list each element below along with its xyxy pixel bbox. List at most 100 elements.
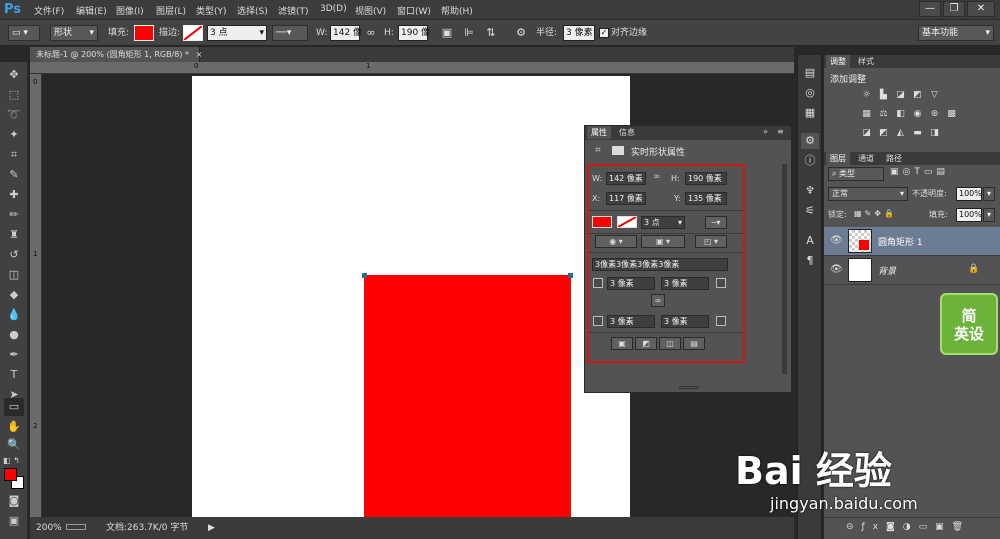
opacity-dropdown[interactable]: ▾ [983,187,995,201]
panel-menu-icon[interactable]: ≡ [777,127,784,136]
width-field[interactable]: 142 像 [330,25,362,41]
gradient-map-icon[interactable]: ▬ [911,128,924,139]
paragraph-panel-icon[interactable]: ¶ [801,253,819,269]
layer-name[interactable]: 背景 [878,264,896,277]
path-operations-icon[interactable]: ▣ [440,25,454,41]
hand-tool-icon[interactable]: ✋ [4,418,24,436]
swatches-panel-icon[interactable]: ▦ [801,105,819,121]
channel-mixer-icon[interactable]: ⊛ [928,109,941,120]
posterize-icon[interactable]: ◩ [877,128,890,139]
levels-icon[interactable]: ▙ [877,90,890,101]
vibrance-icon[interactable]: ▽ [928,90,941,101]
menu-edit[interactable]: 编辑(E) [76,4,107,17]
tab-properties[interactable]: 属性 [587,126,611,139]
opacity-field[interactable]: 100% [956,187,982,201]
curves-icon[interactable]: ◪ [894,90,907,101]
tab-info[interactable]: 信息 [615,126,639,139]
paint-bucket-tool-icon[interactable]: ◆ [4,286,24,304]
menu-3d[interactable]: 3D(D) [320,4,347,14]
clone-stamp-tool-icon[interactable]: ♜ [4,226,24,244]
tab-paths[interactable]: 路径 [882,152,906,165]
blur-tool-icon[interactable]: 💧 [4,306,24,324]
gear-icon[interactable]: ⚙ [514,25,528,41]
tab-channels[interactable]: 通道 [854,152,878,165]
brush-tool-icon[interactable]: ✏ [4,206,24,224]
history-brush-tool-icon[interactable]: ↺ [4,246,24,264]
restore-button[interactable]: ❐ [943,1,965,17]
menu-help[interactable]: 帮助(H) [441,4,473,17]
menu-select[interactable]: 选择(S) [237,4,268,17]
layer-filter-icons[interactable]: ▣◎T▭▤ [890,167,949,177]
fill-color-swatch[interactable] [134,25,154,41]
layer-row[interactable]: 👁 背景 🔒 [824,256,1000,285]
eyedropper-tool-icon[interactable]: ✎ [4,166,24,184]
properties-scrollbar[interactable] [782,164,787,374]
crop-tool-icon[interactable]: ⌗ [4,146,24,164]
info-panel-icon[interactable]: ⓘ [801,153,819,169]
blend-mode-select[interactable]: 正常 ▾ [828,187,908,201]
close-tab-icon[interactable]: × [196,50,203,59]
zoom-tool-icon[interactable]: 🔍 [4,436,24,454]
menu-image[interactable]: 图像(I) [116,4,144,17]
layer-filter-select[interactable]: ⌕ 类型 [828,167,884,181]
threshold-icon[interactable]: ◭ [894,128,907,139]
photo-filter-icon[interactable]: ◉ [911,109,924,120]
mask-icon[interactable] [612,146,624,155]
stroke-width-field[interactable]: 3 点 ▾ [207,25,267,41]
status-menu-arrow-icon[interactable]: ▶ [208,519,215,537]
invert-icon[interactable]: ◪ [860,128,873,139]
collapse-icon[interactable]: » [763,127,768,136]
marquee-tool-icon[interactable]: ⬚ [4,86,24,104]
layer-name[interactable]: 圆角矩形 1 [878,235,923,248]
menu-window[interactable]: 窗口(W) [397,4,431,17]
foreground-color-swatch[interactable] [4,468,17,481]
menu-filter[interactable]: 滤镜(T) [278,4,309,17]
layer-actions-icons[interactable]: ⊝ƒx◙◑▭▣🗑 [846,522,971,532]
lasso-tool-icon[interactable]: ➰ [4,106,24,124]
link-icon[interactable]: ∞ [364,25,378,41]
exposure-icon[interactable]: ◩ [911,90,924,101]
layer-row[interactable]: 👁 圆角矩形 1 [824,227,1000,256]
fill-field[interactable]: 100% [956,208,982,222]
brightness-icon[interactable]: ☼ [860,90,873,101]
visibility-eye-icon[interactable]: 👁 [830,264,843,275]
zoom-level[interactable]: 200% [36,519,62,537]
color-balance-icon[interactable]: ⚖ [877,109,890,120]
healing-brush-tool-icon[interactable]: ✚ [4,186,24,204]
properties-panel-icon[interactable]: ⚙ [801,133,819,149]
color-panel-icon[interactable]: ◎ [801,85,819,101]
color-lookup-icon[interactable]: ▩ [945,109,958,120]
selective-color-icon[interactable]: ◨ [928,128,941,139]
brush-presets-icon[interactable]: ⚟ [801,203,819,219]
move-tool-icon[interactable]: ✥ [4,66,24,84]
path-alignment-icon[interactable]: ⊫ [462,25,476,41]
black-white-icon[interactable]: ◧ [894,109,907,120]
dodge-tool-icon[interactable]: ● [4,326,24,344]
quick-mask-icon[interactable]: ◙ [4,492,24,510]
workspace-select[interactable]: 基本功能 ▾ [918,25,994,41]
menu-type[interactable]: 类型(Y) [196,4,227,17]
document-tab[interactable]: 未标题-1 @ 200% (圆角矩形 1, RGB/8) * × [30,47,203,62]
menu-layer[interactable]: 图层(L) [156,4,186,17]
path-arrangement-icon[interactable]: ⇅ [484,25,498,41]
fill-dropdown[interactable]: ▾ [983,208,995,222]
type-tool-icon[interactable]: T [4,366,24,384]
default-colors-icon[interactable]: ◧ ↰ [3,456,20,465]
height-field[interactable]: 190 像 [398,25,430,41]
visibility-eye-icon[interactable]: 👁 [830,235,843,246]
screen-mode-icon[interactable]: ▣ [4,512,24,530]
align-edges-checkbox[interactable]: ✓ [599,28,609,38]
quick-select-tool-icon[interactable]: ✦ [4,126,24,144]
tab-layers[interactable]: 图层 [826,152,850,165]
brush-panel-icon[interactable]: ♆ [801,183,819,199]
pen-tool-icon[interactable]: ✒ [4,346,24,364]
radius-field[interactable]: 3 像素 [563,25,595,41]
tool-mode-select[interactable]: 形状 ▾ [50,25,98,41]
menu-view[interactable]: 视图(V) [355,4,386,17]
hue-saturation-icon[interactable]: ▦ [860,109,873,120]
menu-file[interactable]: 文件(F) [34,4,64,17]
rounded-rectangle-shape[interactable] [364,275,571,517]
rounded-rect-tool-icon[interactable]: ▭ [4,398,24,416]
lock-icons[interactable]: ▦✎✥🔒 [854,209,897,218]
close-window-button[interactable]: ✕ [967,1,995,17]
